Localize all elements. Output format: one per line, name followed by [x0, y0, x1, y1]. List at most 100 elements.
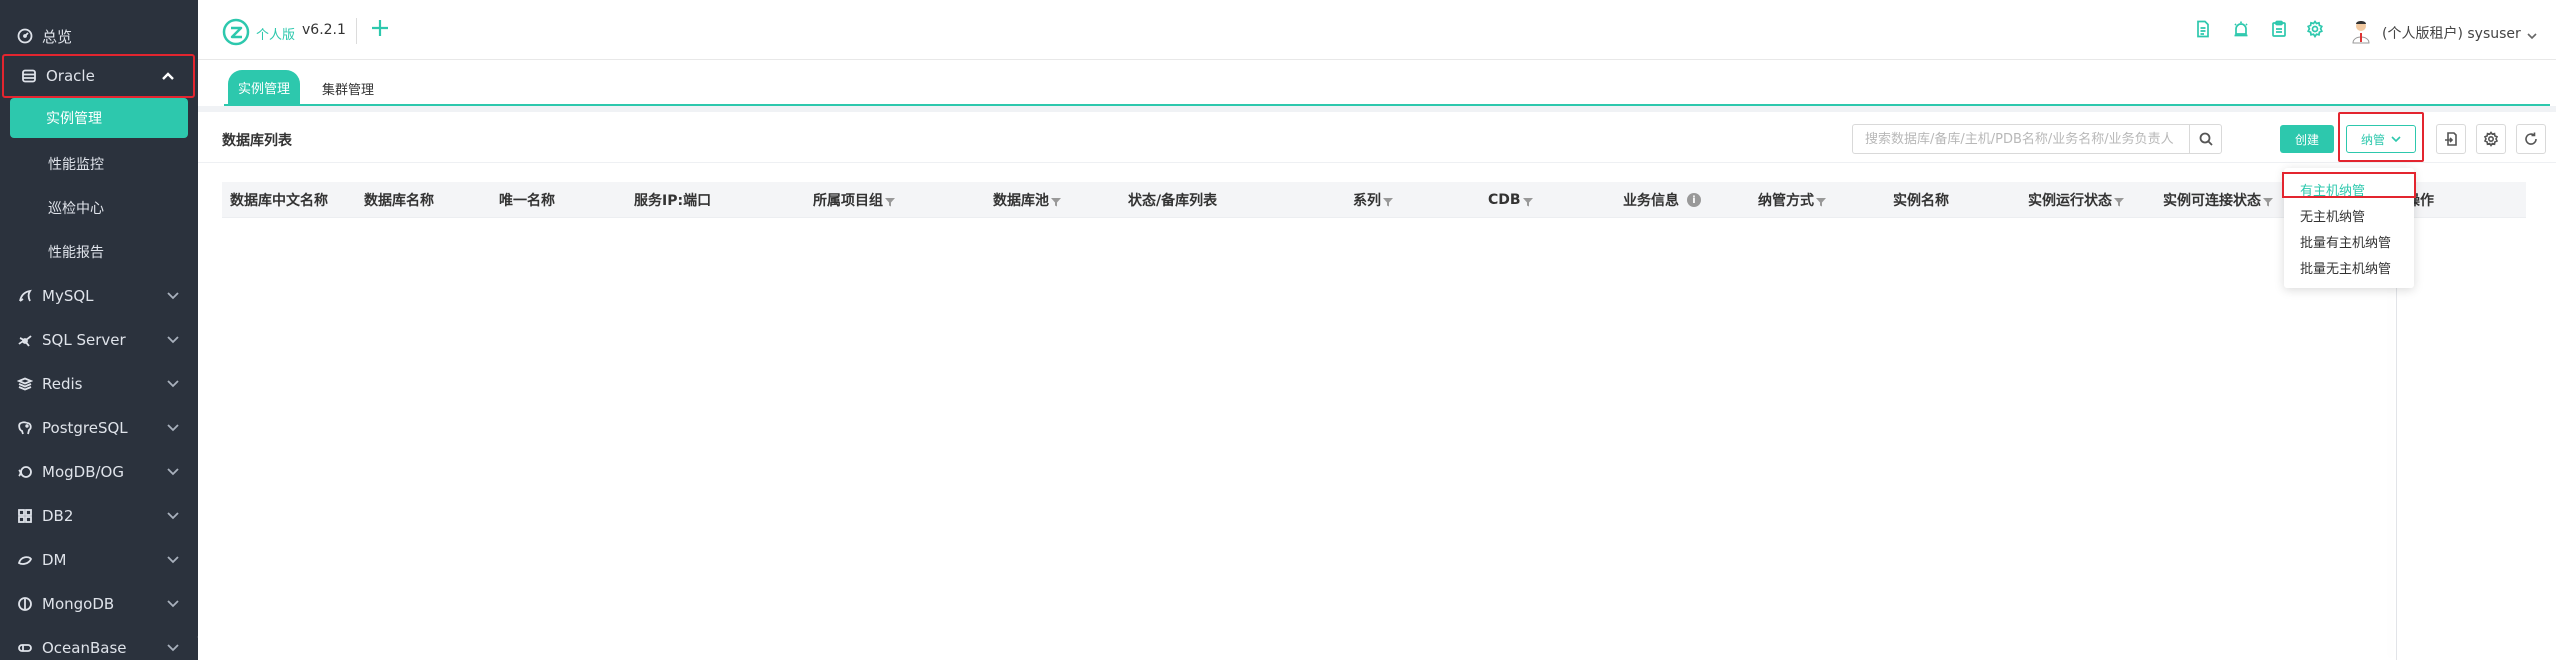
sidebar-item-sqlserver[interactable]: SQL Server: [0, 318, 198, 362]
filter-icon[interactable]: [2114, 195, 2124, 207]
sidebar-item-redis[interactable]: Redis: [0, 362, 198, 406]
sidebar-item-dm[interactable]: DM: [0, 538, 198, 582]
column-header-unique-name[interactable]: 唯一名称: [499, 182, 555, 218]
sidebar-item-label: 总览: [42, 27, 73, 46]
menu-item-label: 无主机纳管: [2300, 209, 2366, 225]
column-header-instance-name[interactable]: 实例名称: [1893, 182, 1949, 218]
column-label: 所属项目组: [813, 193, 883, 209]
sidebar-item-label: SQL Server: [42, 331, 126, 349]
mogdb-icon: [14, 461, 36, 483]
chevron-down-icon: [166, 332, 180, 346]
table-header: 数据库中文名称 数据库名称 唯一名称 服务IP:端口 所属项目组 数据库池 状态…: [222, 182, 2526, 218]
chevron-down-icon: [166, 464, 180, 478]
sidebar-item-label: PostgreSQL: [42, 419, 128, 437]
dashboard-icon: [14, 25, 36, 47]
sidebar-item-oracle[interactable]: Oracle: [2, 54, 195, 98]
main-content: 数据库列表 创建 纳管 数据库中文名称 数据库名称 唯一名称 服务IP:端: [198, 112, 2556, 660]
settings-gear-icon[interactable]: [2306, 20, 2328, 42]
user-name[interactable]: (个人版租户) sysuser: [2382, 23, 2521, 43]
search-input[interactable]: [1853, 125, 2189, 153]
tab-instance-management[interactable]: 实例管理: [228, 70, 300, 104]
chevron-down-icon: [166, 596, 180, 610]
column-settings-button[interactable]: [2476, 124, 2506, 154]
manage-dropdown-button[interactable]: 纳管: [2346, 125, 2416, 153]
sidebar-subitem-label: 实例管理: [46, 111, 102, 127]
sidebar-item-label: MySQL: [42, 287, 94, 305]
column-header-series[interactable]: 系列: [1353, 182, 1393, 218]
column-label: 服务IP:端口: [634, 193, 712, 209]
column-header-instance-connect-status[interactable]: 实例可连接状态: [2163, 182, 2273, 218]
column-label: 系列: [1353, 193, 1381, 209]
menu-item-label: 批量无主机纳管: [2300, 261, 2392, 277]
menu-item-hostless-manage[interactable]: 无主机纳管: [2284, 202, 2414, 228]
column-header-project-group[interactable]: 所属项目组: [813, 182, 895, 218]
clipboard-icon[interactable]: [2270, 20, 2292, 42]
chevron-down-icon: [166, 508, 180, 522]
filter-icon[interactable]: [2263, 195, 2273, 207]
column-label: CDB: [1488, 192, 1521, 208]
filter-icon[interactable]: [1816, 195, 1826, 207]
column-header-cdb[interactable]: CDB: [1488, 182, 1533, 218]
sidebar: 总览 Oracle 实例管理 性能监控 巡检中心 性能报告 MySQL SQL …: [0, 0, 198, 660]
refresh-icon: [2525, 132, 2537, 145]
sidebar-item-overview[interactable]: 总览: [0, 14, 198, 58]
sqlserver-icon: [14, 329, 36, 351]
chevron-down-icon[interactable]: [2526, 26, 2538, 40]
sidebar-subitem-instance-management[interactable]: 实例管理: [10, 98, 188, 138]
dm-icon: [14, 549, 36, 571]
column-label: 实例名称: [1893, 193, 1949, 209]
column-header-db-pool[interactable]: 数据库池: [993, 182, 1061, 218]
chevron-down-icon: [166, 552, 180, 566]
column-header-business-info[interactable]: 业务信息 i: [1623, 182, 1701, 218]
sidebar-subitem-label: 巡检中心: [48, 201, 104, 217]
info-icon[interactable]: i: [1687, 193, 1701, 207]
sidebar-item-label: DB2: [42, 507, 74, 525]
filter-icon[interactable]: [1051, 195, 1061, 207]
menu-item-highlight: [2282, 172, 2416, 198]
sidebar-item-mongodb[interactable]: MongoDB: [0, 582, 198, 626]
filter-icon[interactable]: [1522, 195, 1533, 207]
column-label: 实例可连接状态: [2163, 193, 2261, 209]
create-button-label: 创建: [2294, 132, 2319, 147]
sidebar-subitem-performance-monitor[interactable]: 性能监控: [0, 142, 198, 186]
sidebar-subitem-inspection-center[interactable]: 巡检中心: [0, 186, 198, 230]
filter-icon[interactable]: [885, 195, 895, 207]
toolbar-divider: [198, 162, 2556, 163]
page-tabs: 实例管理 集群管理: [198, 60, 2556, 106]
tab-label: 实例管理: [237, 81, 290, 97]
menu-item-batch-host-manage[interactable]: 批量有主机纳管: [2284, 228, 2414, 254]
sidebar-item-db2[interactable]: DB2: [0, 494, 198, 538]
sidebar-item-mysql[interactable]: MySQL: [0, 274, 198, 318]
column-label: 状态/备库列表: [1128, 193, 1218, 209]
column-header-db-cn-name[interactable]: 数据库中文名称: [230, 182, 328, 218]
column-label: 数据库中文名称: [230, 193, 328, 209]
sidebar-subitem-performance-report[interactable]: 性能报告: [0, 230, 198, 274]
alarm-icon[interactable]: [2232, 20, 2254, 42]
tab-label: 集群管理: [321, 82, 374, 98]
search-button[interactable]: [2189, 125, 2221, 153]
sidebar-item-label: DM: [42, 551, 67, 569]
filter-icon[interactable]: [1383, 195, 1393, 207]
refresh-button[interactable]: [2516, 124, 2546, 154]
add-tab-button[interactable]: [370, 18, 392, 44]
menu-item-batch-hostless-manage[interactable]: 批量无主机纳管: [2284, 254, 2414, 280]
column-header-status-standby[interactable]: 状态/备库列表: [1128, 182, 1217, 218]
document-icon[interactable]: [2194, 20, 2216, 42]
edition-label: 个人版: [256, 28, 296, 43]
create-button[interactable]: 创建: [2280, 125, 2334, 153]
sidebar-item-postgresql[interactable]: PostgreSQL: [0, 406, 198, 450]
column-header-manage-mode[interactable]: 纳管方式: [1758, 182, 1826, 218]
column-label: 业务信息: [1623, 193, 1679, 209]
avatar[interactable]: [2350, 18, 2372, 44]
column-header-service-ip-port[interactable]: 服务IP:端口: [634, 182, 711, 218]
tab-cluster-management[interactable]: 集群管理: [312, 72, 384, 104]
sidebar-item-oceanbase[interactable]: OceanBase: [0, 626, 198, 660]
column-header-db-name[interactable]: 数据库名称: [364, 182, 434, 218]
chevron-down-icon: [166, 288, 180, 302]
sidebar-item-mogdb[interactable]: MogDB/OG: [0, 450, 198, 494]
sidebar-subitem-label: 性能监控: [48, 157, 104, 173]
stack-icon: [14, 373, 36, 395]
export-button[interactable]: [2436, 124, 2466, 154]
column-header-instance-run-status[interactable]: 实例运行状态: [2028, 182, 2124, 218]
header-divider: [356, 18, 357, 44]
